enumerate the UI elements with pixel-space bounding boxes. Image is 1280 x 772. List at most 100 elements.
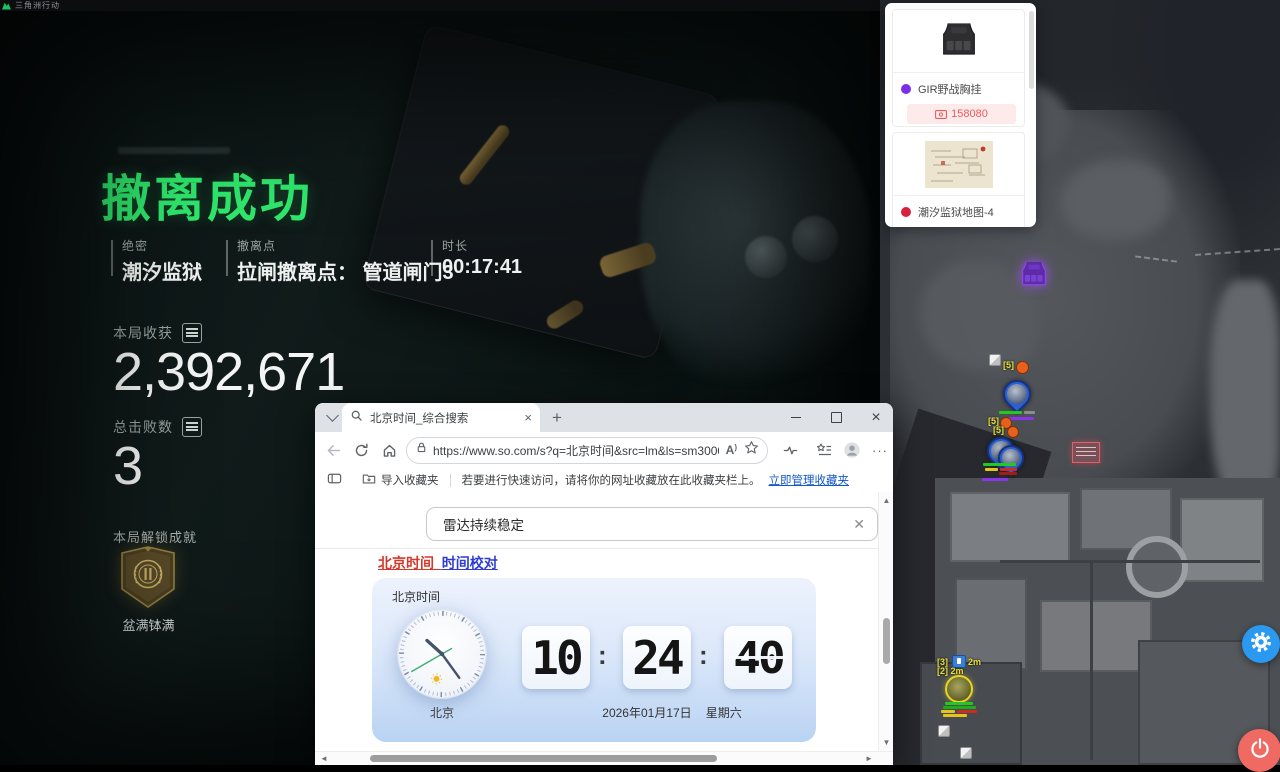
favorite-star-icon[interactable] [744, 440, 759, 460]
game-titlebar[interactable]: 三角洲行动 [0, 0, 880, 11]
back-arrow-icon [325, 442, 342, 459]
scroll-left-arrow[interactable]: ◄ [320, 754, 328, 763]
browser-toolbar: https://www.so.com/s?q=北京时间&src=lm&ls=sm… [315, 432, 893, 468]
gear-icon [1249, 630, 1273, 659]
pulse-icon [783, 443, 798, 458]
item-card-chest-rig[interactable]: GIR野战胸挂 158080 [892, 9, 1025, 127]
map-cliff [1210, 280, 1280, 510]
kills-label: 总击败数 [113, 417, 173, 437]
maximize-button[interactable] [819, 403, 853, 432]
soldier-silhouette [640, 101, 870, 401]
browser-essentials-button[interactable] [776, 436, 804, 464]
beijing-time-link[interactable]: 北京时间 [378, 555, 434, 571]
kills-detail-icon[interactable] [182, 417, 202, 437]
loot-detail-icon[interactable] [182, 323, 202, 343]
bullet-prop [598, 241, 658, 279]
home-icon [381, 442, 398, 459]
chevron-down-icon [326, 409, 339, 422]
stat-kills: 总击败数 [113, 417, 202, 437]
map-building [1180, 498, 1264, 582]
scroll-up-arrow[interactable]: ▲ [879, 496, 893, 505]
loot-crate-marker [960, 747, 972, 759]
tab-search-icon [350, 409, 363, 427]
loot-crate-marker [989, 354, 1001, 366]
active-tab[interactable]: 北京时间_综合搜索 × [342, 403, 540, 432]
url-text[interactable]: https://www.so.com/s?q=北京时间&src=lm&ls=sm… [433, 442, 719, 459]
minimize-icon [791, 417, 801, 418]
read-aloud-icon[interactable]: A) [726, 443, 737, 457]
map-document-marker [1072, 442, 1100, 463]
info-extraction-label: 撤离点 [237, 240, 454, 253]
health-bar [999, 411, 1022, 414]
game-window-title: 三角洲行动 [15, 0, 60, 11]
address-bar[interactable]: https://www.so.com/s?q=北京时间&src=lm&ls=sm… [406, 437, 768, 464]
link-separator: _ [434, 555, 442, 571]
tab-close-icon[interactable]: × [524, 410, 532, 425]
vertical-scrollbar[interactable]: ▲ ▼ [878, 492, 893, 751]
panel-scrollbar[interactable] [1029, 11, 1034, 89]
horizontal-scrollbar[interactable]: ◄ ► [315, 751, 893, 765]
goggle-lens [792, 216, 838, 262]
armor-bar [941, 710, 955, 713]
info-duration-label: 时长 [442, 240, 522, 253]
import-favorites-label[interactable]: 导入收藏夹 [381, 472, 439, 488]
ellipsis-icon: ··· [872, 443, 888, 458]
favorites-sidebar-icon[interactable] [327, 471, 342, 489]
settings-fab-button[interactable] [1242, 625, 1280, 663]
flip-seam [729, 656, 787, 659]
armor-bar [1024, 411, 1035, 414]
map-pipe [1090, 560, 1093, 760]
rarity-dot-crimson [901, 207, 911, 217]
info-map: 绝密 潮汐监狱 [111, 240, 202, 276]
refresh-button[interactable] [347, 436, 375, 464]
time-calibration-link[interactable]: 时间校对 [442, 555, 498, 571]
avatar-icon [843, 441, 861, 459]
map-rock [1060, 160, 1170, 240]
horizontal-scroll-thumb[interactable] [370, 755, 717, 762]
favorites-hub-icon [816, 442, 832, 458]
power-fab-button[interactable] [1238, 729, 1280, 772]
scroll-right-arrow[interactable]: ► [865, 754, 873, 763]
profile-button[interactable] [838, 436, 866, 464]
search-input[interactable]: 雷达持续稳定 ✕ [426, 507, 878, 541]
back-button[interactable] [319, 436, 347, 464]
close-icon: × [871, 409, 880, 427]
page-content: 雷达持续稳定 ✕ 北京时间_时间校对 北京时间 [315, 492, 893, 765]
info-duration-value: 00:17:41 [442, 256, 522, 279]
maximize-icon [831, 412, 842, 423]
settings-menu-button[interactable]: ··· [866, 436, 893, 464]
minimize-button[interactable] [779, 403, 813, 432]
beijing-time-widget: 北京时间 北京 10 : 24 : [372, 578, 816, 742]
health-bar [945, 702, 973, 705]
loot-crate-marker [938, 725, 950, 737]
stat-kills-value: 3 [113, 439, 142, 493]
new-tab-button[interactable]: + [543, 403, 571, 432]
flip-hours: 10 [522, 626, 590, 689]
import-favorites-icon [362, 472, 376, 489]
armor-bar [985, 468, 998, 471]
map-building [950, 492, 1070, 562]
widget-title: 北京时间 [392, 588, 440, 605]
scroll-down-arrow[interactable]: ▼ [879, 738, 893, 747]
marker-count-label: [5] [1003, 360, 1014, 370]
collections-button[interactable] [810, 436, 838, 464]
clear-search-icon[interactable]: ✕ [853, 516, 865, 533]
distance-label: 2m [968, 657, 981, 667]
rarity-dot-purple [901, 84, 911, 94]
chest-rig-image [893, 10, 1024, 73]
achievement-name: 盆满钵满 [96, 615, 201, 634]
stat-loot-label: 本局收获 [113, 323, 173, 343]
manage-favorites-link[interactable]: 立即管理收藏夹 [769, 472, 850, 488]
close-window-button[interactable]: × [859, 403, 893, 432]
item-name: GIR野战胸挂 [918, 81, 982, 97]
map-pipe [1000, 560, 1260, 563]
info-duration: 时长 00:17:41 [431, 240, 522, 276]
vertical-scroll-thumb[interactable] [883, 618, 890, 664]
stat-loot: 本局收获 [113, 323, 202, 343]
lock-icon [415, 441, 428, 459]
info-extraction-point: 撤离点 拉闸撤离点： 管道闸门3 [226, 240, 454, 276]
home-button[interactable] [375, 436, 403, 464]
search-input-value[interactable]: 雷达持续稳定 [443, 514, 853, 534]
shield-bar [1009, 417, 1034, 420]
item-card-map[interactable]: 潮汐监狱地图-4 [892, 132, 1025, 227]
